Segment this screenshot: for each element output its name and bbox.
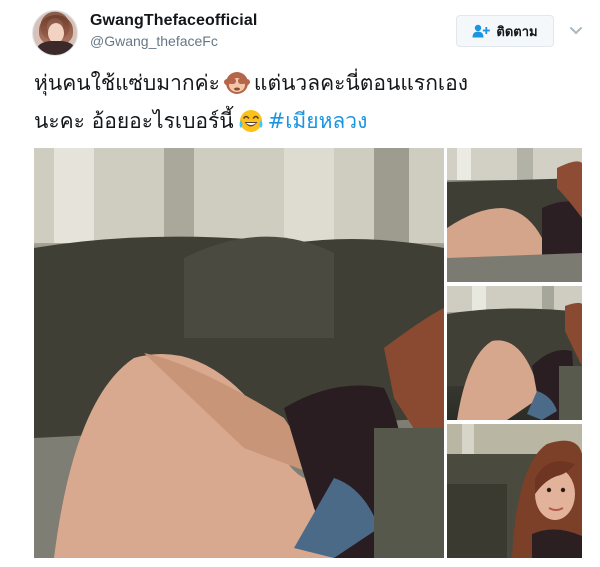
add-user-icon (472, 24, 491, 38)
tears-of-joy-icon (239, 110, 263, 132)
see-no-evil-monkey-icon (223, 72, 250, 94)
avatar[interactable] (32, 10, 78, 56)
tweet-line-2: นะคะ อ้อยอะไรเบอร์นี้ #เมียหลวง (34, 102, 574, 140)
avatar-face (48, 23, 64, 43)
media-grid (34, 148, 582, 558)
photo-thumbnail-2[interactable] (447, 286, 582, 420)
photo-thumbnail-1[interactable] (447, 148, 582, 282)
photo-thumbnail-3-image (447, 424, 582, 558)
tweet-line-1: หุ่นคนใช้แซ่บมากค่ะ แต่นวลคะนี่ตอนแรกเอง (34, 64, 574, 102)
photo-thumbnail-2-image (447, 286, 582, 420)
tweet-card: GwangThefaceofficial @Gwang_thefaceFc ติ… (0, 0, 600, 567)
follow-button[interactable]: ติดตาม (456, 15, 554, 47)
follow-button-label: ติดตาม (496, 23, 538, 39)
avatar-body (37, 41, 75, 55)
tweet-text-part: แต่นวลคะนี่ตอนแรกเอง (253, 71, 468, 95)
user-handle[interactable]: @Gwang_thefaceFc (90, 33, 218, 49)
hashtag-link[interactable]: #เมียหลวง (268, 109, 368, 133)
photo-thumbnail-1-image (447, 148, 582, 282)
tweet-text: หุ่นคนใช้แซ่บมากค่ะ แต่นวลคะนี่ตอนแรกเอง… (34, 64, 574, 140)
photo-main-image (34, 148, 444, 558)
chevron-down-icon[interactable] (568, 22, 584, 38)
tweet-text-part: หุ่นคนใช้แซ่บมากค่ะ (34, 71, 220, 95)
photo-main[interactable] (34, 148, 444, 558)
display-name[interactable]: GwangThefaceofficial (90, 12, 257, 30)
tweet-text-part: นะคะ อ้อยอะไรเบอร์นี้ (34, 109, 234, 133)
photo-thumbnail-3[interactable] (447, 424, 582, 558)
